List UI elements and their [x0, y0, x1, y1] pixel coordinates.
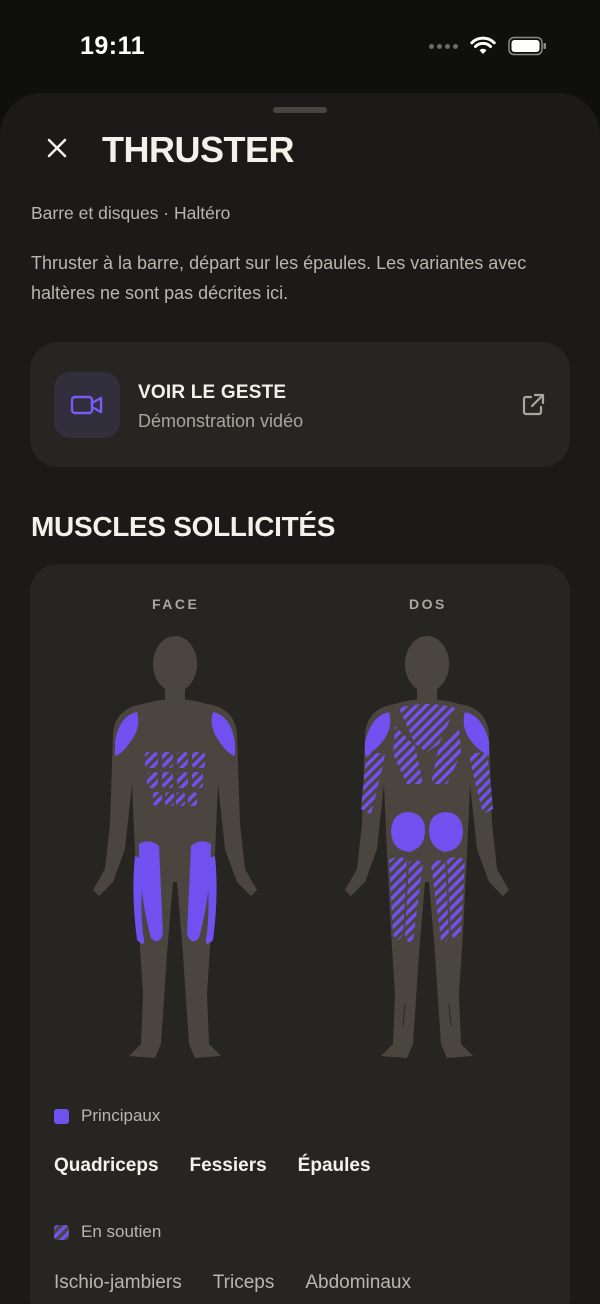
video-subtitle: Démonstration vidéo	[138, 411, 304, 431]
back-body-diagram	[345, 636, 509, 1058]
wifi-icon	[470, 36, 496, 54]
exercise-sheet: THRUSTER Barre et disques · Haltéro Thru…	[0, 93, 600, 1304]
support-muscle-item: Ischio-jambiers	[54, 1272, 182, 1293]
support-muscles-list: Ischio-jambiers Triceps Abdominaux	[54, 1272, 411, 1294]
close-icon	[47, 138, 67, 158]
support-muscle-item: Triceps	[212, 1272, 275, 1293]
legend-primary: Principaux	[54, 1106, 160, 1126]
status-bar: 19:11	[0, 0, 600, 96]
primary-swatch-icon	[54, 1108, 69, 1124]
external-link-icon[interactable]	[520, 392, 546, 418]
video-demo-card[interactable]: VOIR LE GESTE Démonstration vidéo	[30, 342, 570, 467]
legend-support-label: En soutien	[81, 1222, 162, 1241]
exercise-description: Thruster à la barre, départ sur les épau…	[31, 253, 527, 303]
sheet-grabber[interactable]	[273, 107, 327, 113]
front-body-silhouette	[93, 636, 257, 1058]
legend-primary-label: Principaux	[81, 1106, 161, 1125]
primary-muscles-list: Quadriceps Fessiers Épaules	[54, 1155, 371, 1177]
primary-muscle-item: Quadriceps	[54, 1155, 159, 1176]
legend-support: En soutien	[54, 1222, 161, 1242]
status-icons	[429, 36, 548, 56]
battery-icon	[508, 36, 546, 56]
cellular-signal-icon	[429, 43, 458, 49]
primary-muscle-item: Épaules	[297, 1155, 371, 1176]
back-body-silhouette	[345, 636, 509, 1058]
video-title: VOIR LE GESTE	[138, 382, 287, 403]
exercise-meta: Barre et disques · Haltéro	[31, 203, 231, 223]
front-view-label: FACE	[152, 596, 200, 612]
video-camera-icon	[70, 395, 103, 415]
close-button[interactable]	[40, 131, 74, 165]
muscles-section-title: MUSCLES SOLLICITÉS	[31, 511, 336, 542]
muscles-card: FACE DOS Principaux Quadriceps Fessiers …	[30, 564, 570, 1304]
exercise-title: THRUSTER	[102, 129, 295, 170]
video-icon-container	[54, 372, 120, 438]
back-view-label: DOS	[409, 596, 447, 612]
front-body-diagram	[93, 636, 257, 1058]
status-time: 19:11	[80, 32, 146, 60]
support-muscle-item: Abdominaux	[305, 1272, 411, 1293]
support-swatch-icon	[54, 1224, 69, 1240]
primary-muscle-item: Fessiers	[189, 1155, 267, 1176]
